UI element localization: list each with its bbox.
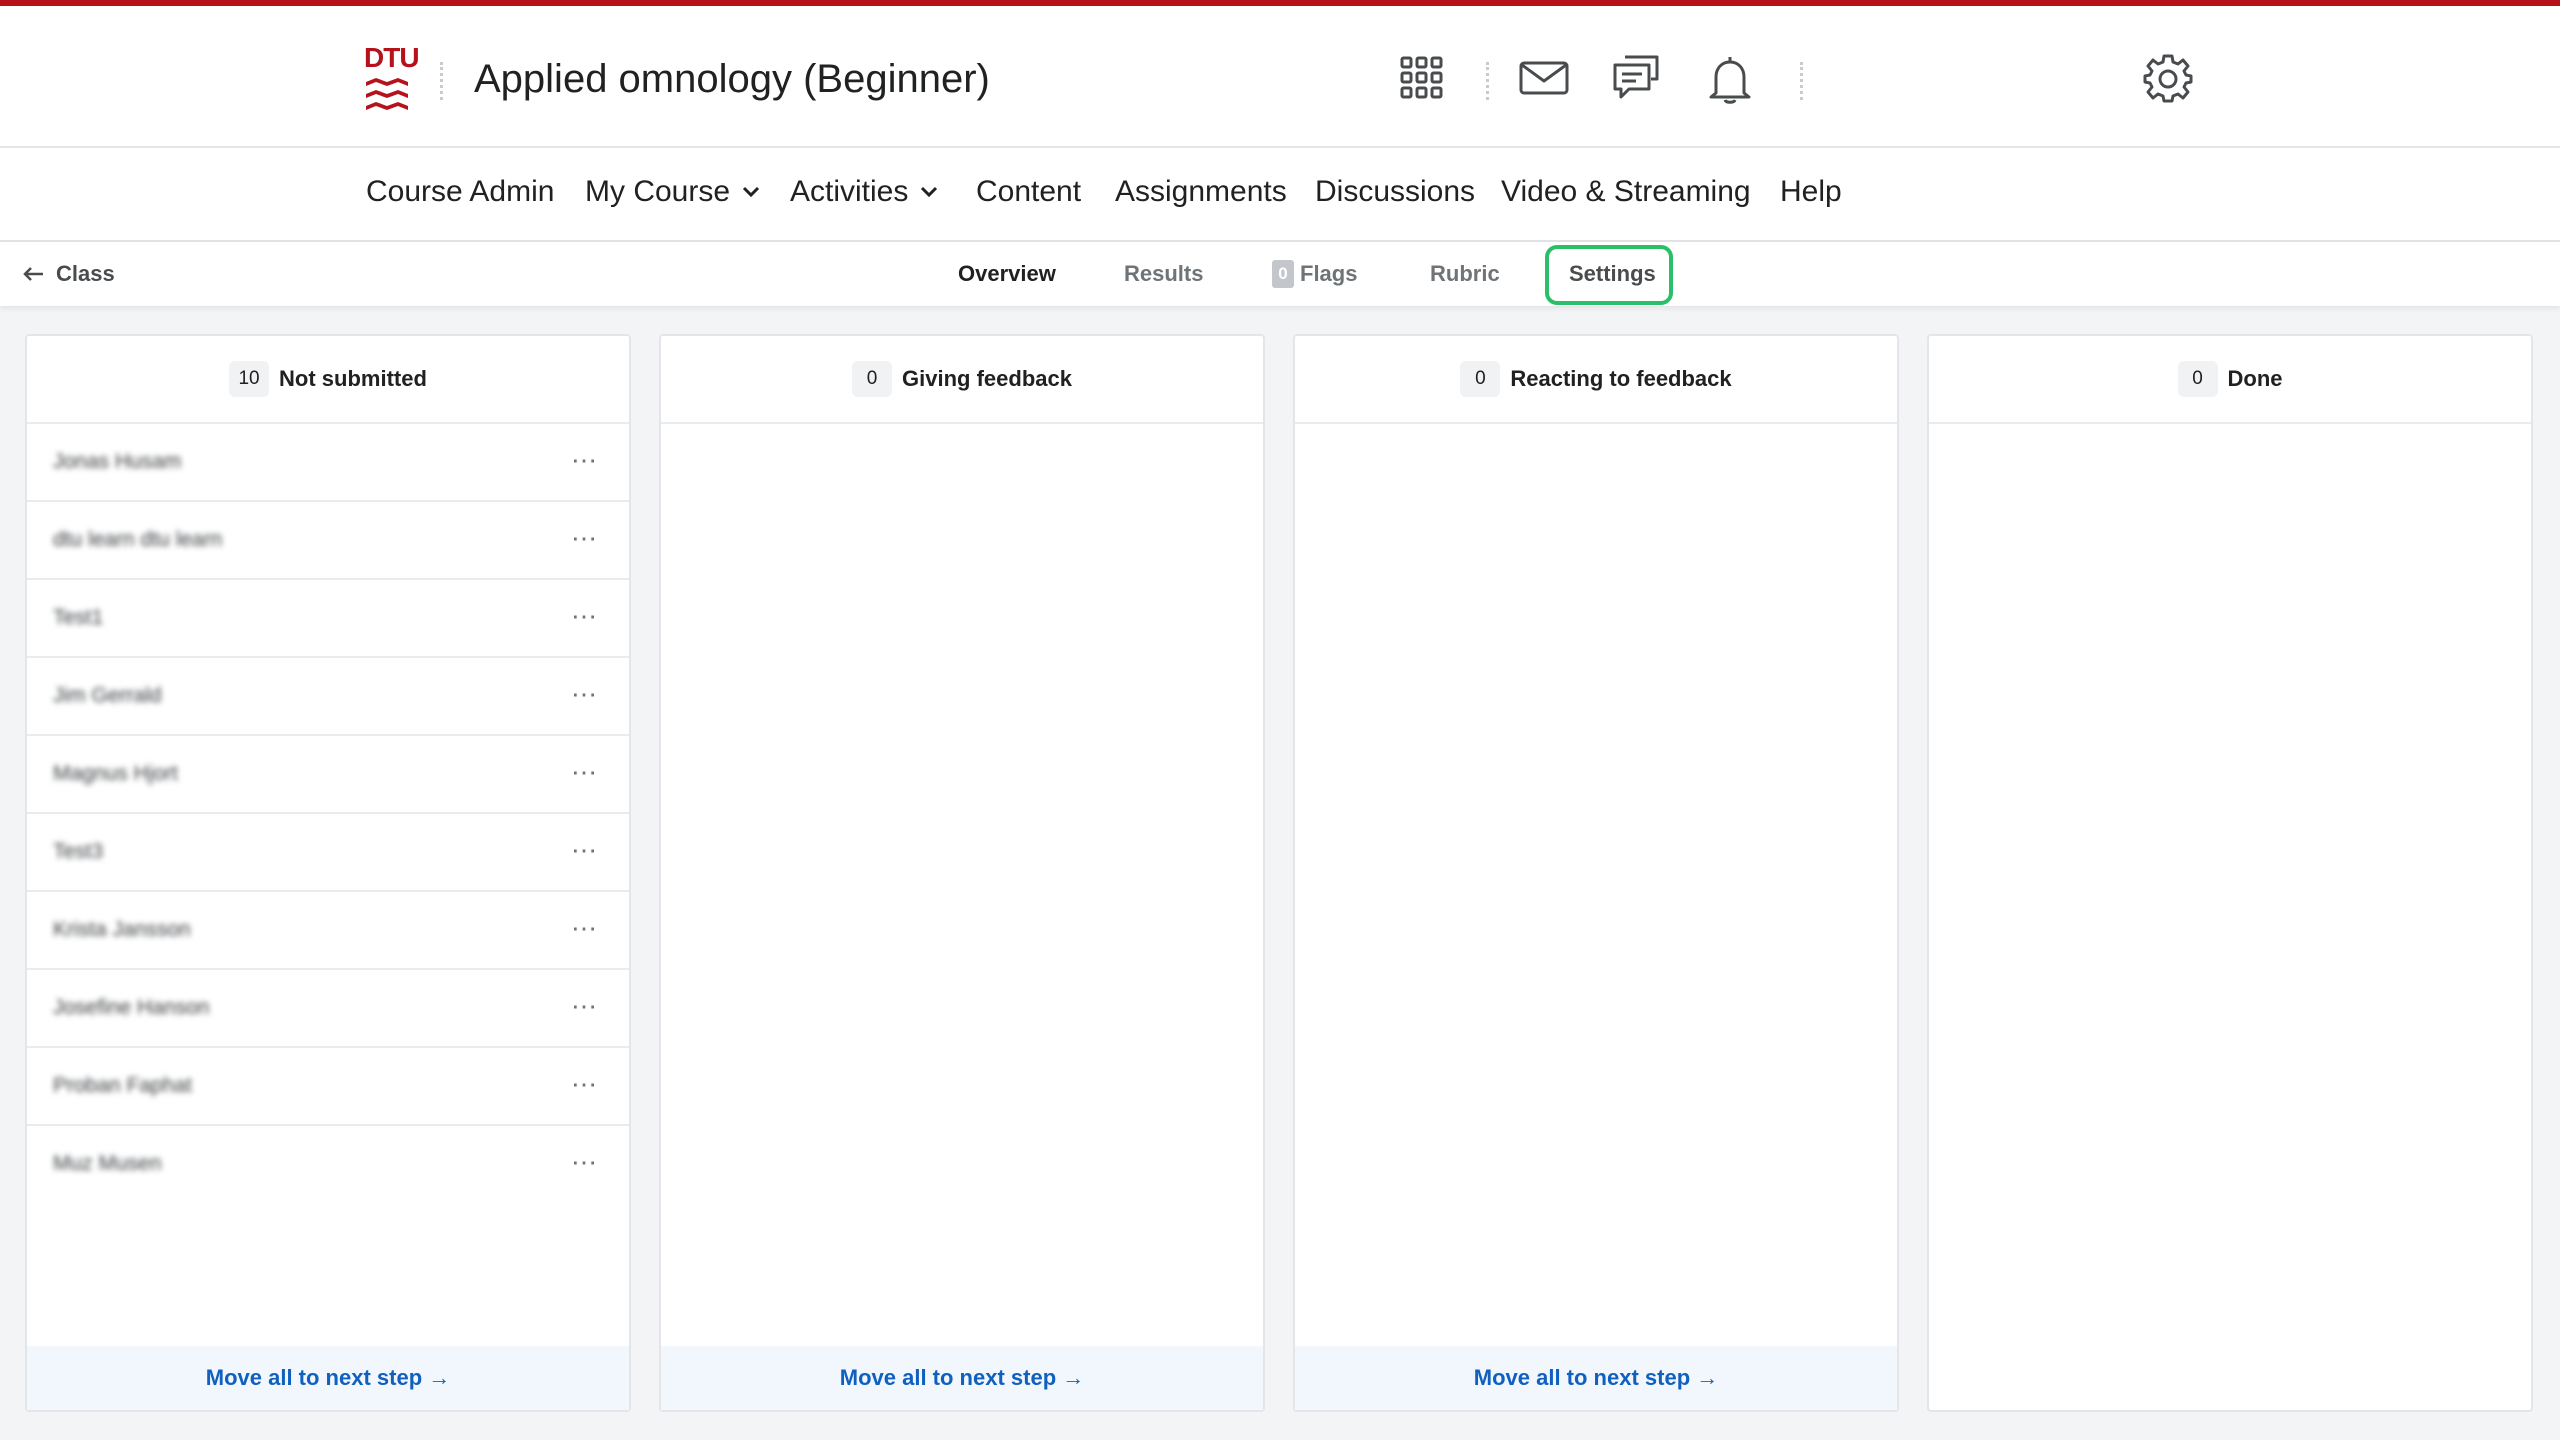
nav-item-label: Course Admin	[366, 175, 555, 208]
settings-highlight-outline	[1545, 245, 1673, 305]
tab-results[interactable]: Results	[1124, 258, 1203, 290]
student-name: Proban Faphat	[53, 1074, 192, 1097]
more-options-icon[interactable]: ⋯	[571, 676, 599, 712]
chat-icon[interactable]	[1610, 52, 1662, 104]
tab-label: Overview	[958, 261, 1056, 286]
column-title: Giving feedback	[902, 366, 1072, 391]
logo-waves-icon	[366, 78, 408, 110]
tab-overview[interactable]: Overview	[958, 258, 1056, 290]
column-title: Done	[2227, 366, 2283, 391]
column-footer: Move all to next step →	[27, 1346, 629, 1410]
list-item[interactable]: Test3 ⋯	[27, 814, 629, 892]
student-name: Josefine Hanson	[53, 996, 210, 1019]
chevron-down-icon	[921, 186, 938, 198]
dtu-logo[interactable]: DTU	[364, 44, 420, 116]
course-header: DTU Applied omnology (Beginner)	[0, 6, 2560, 148]
nav-item-assignments[interactable]: Assignments	[1115, 172, 1287, 212]
student-name: Muz Musen	[53, 1152, 162, 1175]
more-options-icon[interactable]: ⋯	[571, 520, 599, 556]
list-item[interactable]: Magnus Hjort ⋯	[27, 736, 629, 814]
list-item[interactable]: Proban Faphat ⋯	[27, 1048, 629, 1126]
header-divider	[440, 62, 443, 100]
nav-item-label: My Course	[585, 175, 731, 208]
column-not-submitted: 10 Not submitted Jonas Husam ⋯ dtu learn…	[25, 334, 631, 1412]
column-header: 0 Reacting to feedback	[1295, 336, 1897, 424]
more-options-icon[interactable]: ⋯	[571, 442, 599, 478]
tab-label: Results	[1124, 261, 1204, 286]
mail-icon[interactable]	[1518, 54, 1570, 102]
nav-item-label: Help	[1780, 175, 1842, 208]
nav-item-activities[interactable]: Activities	[790, 172, 938, 212]
nav-item-label: Assignments	[1115, 175, 1287, 208]
move-all-next-step-link[interactable]: Move all to next step →	[206, 1362, 451, 1394]
count-badge: 0	[2177, 361, 2218, 397]
count-badge: 0	[852, 361, 893, 397]
student-name: dtu learn dtu learn	[53, 528, 223, 551]
chevron-down-icon	[742, 186, 760, 198]
course-title[interactable]: Applied omnology (Beginner)	[474, 52, 990, 106]
more-options-icon[interactable]: ⋯	[571, 988, 599, 1024]
list-item[interactable]: Jonas Husam ⋯	[27, 424, 629, 502]
nav-item-course-admin[interactable]: Course Admin	[366, 172, 554, 212]
nav-item-video-streaming[interactable]: Video & Streaming	[1501, 172, 1751, 212]
column-footer: Move all to next step →	[1295, 1346, 1897, 1410]
column-done: 0 Done	[1927, 334, 2533, 1412]
move-all-next-step-link[interactable]: Move all to next step →	[840, 1362, 1085, 1394]
more-options-icon[interactable]: ⋯	[571, 1144, 599, 1180]
student-name: Jim Gerrald	[53, 684, 162, 707]
tab-flags[interactable]: 0 Flags	[1272, 258, 1357, 290]
arrow-left-icon	[23, 267, 43, 281]
nav-item-label: Discussions	[1315, 175, 1476, 208]
list-item[interactable]: Test1 ⋯	[27, 580, 629, 658]
nav-item-my-course[interactable]: My Course	[585, 172, 760, 212]
column-giving-feedback: 0 Giving feedback Move all to next step …	[659, 334, 1265, 1412]
header-divider	[1800, 62, 1803, 100]
list-item[interactable]: Jim Gerrald ⋯	[27, 658, 629, 736]
gear-icon[interactable]	[2142, 52, 2194, 104]
nav-item-label: Content	[976, 175, 1082, 208]
move-all-next-step-link[interactable]: Move all to next step →	[1474, 1362, 1719, 1394]
logo-text: DTU	[364, 42, 420, 73]
nav-item-content[interactable]: Content	[976, 172, 1081, 212]
more-options-icon[interactable]: ⋯	[571, 598, 599, 634]
student-name: Test1	[53, 606, 104, 629]
back-label: Class	[56, 261, 115, 286]
more-options-icon[interactable]: ⋯	[571, 910, 599, 946]
count-badge: 0	[1460, 361, 1501, 397]
column-title: Reacting to feedback	[1510, 366, 1732, 391]
student-name: Magnus Hjort	[53, 762, 178, 785]
nav-item-label: Video & Streaming	[1501, 175, 1751, 208]
list-item[interactable]: Krista Jansson ⋯	[27, 892, 629, 970]
assignment-subnav: Class Overview Results 0 Flags Rubric Se…	[0, 242, 2560, 306]
nav-item-label: Activities	[790, 175, 909, 208]
column-reacting-to-feedback: 0 Reacting to feedback Move all to next …	[1293, 334, 1899, 1412]
apps-grid-icon[interactable]	[1398, 54, 1446, 102]
student-name: Jonas Husam	[53, 450, 182, 473]
student-name: Test3	[53, 840, 104, 863]
tab-rubric[interactable]: Rubric	[1430, 258, 1500, 290]
bell-icon[interactable]	[1706, 52, 1754, 106]
more-options-icon[interactable]: ⋯	[571, 832, 599, 868]
nav-item-discussions[interactable]: Discussions	[1315, 172, 1475, 212]
count-badge: 10	[229, 361, 270, 397]
back-to-class-link[interactable]: Class	[22, 258, 115, 290]
column-footer: Move all to next step →	[661, 1346, 1263, 1410]
column-header: 0 Done	[1929, 336, 2531, 424]
nav-item-help[interactable]: Help	[1780, 172, 1842, 212]
more-options-icon[interactable]: ⋯	[571, 1066, 599, 1102]
more-options-icon[interactable]: ⋯	[571, 754, 599, 790]
list-item[interactable]: dtu learn dtu learn ⋯	[27, 502, 629, 580]
column-header: 0 Giving feedback	[661, 336, 1263, 424]
course-nav-bar: Course Admin My Course Activities Conten…	[0, 148, 2560, 242]
column-header: 10 Not submitted	[27, 336, 629, 424]
student-name: Krista Jansson	[53, 918, 191, 941]
tab-label: Flags	[1300, 261, 1358, 286]
list-item[interactable]: Josefine Hanson ⋯	[27, 970, 629, 1048]
tab-label: Rubric	[1430, 261, 1500, 286]
list-item[interactable]: Muz Musen ⋯	[27, 1126, 629, 1204]
column-title: Not submitted	[279, 366, 427, 391]
flag-count-badge: 0	[1272, 260, 1294, 288]
header-divider	[1486, 62, 1489, 100]
